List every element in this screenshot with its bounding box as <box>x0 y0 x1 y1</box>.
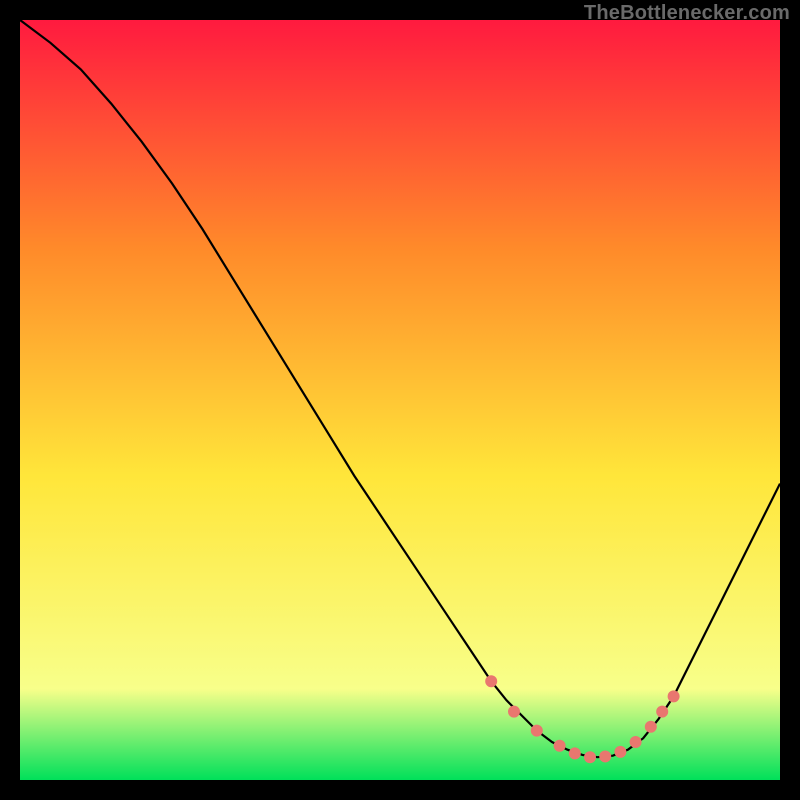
marker-point <box>614 746 626 758</box>
marker-point <box>485 675 497 687</box>
marker-point <box>645 721 657 733</box>
marker-point <box>599 750 611 762</box>
marker-point <box>584 751 596 763</box>
chart-svg <box>20 20 780 780</box>
gradient-background <box>20 20 780 780</box>
marker-point <box>554 740 566 752</box>
marker-point <box>630 736 642 748</box>
marker-point <box>569 747 581 759</box>
chart-frame: TheBottlenecker.com <box>0 0 800 800</box>
watermark-text: TheBottlenecker.com <box>584 2 790 25</box>
plot-area <box>20 20 780 780</box>
marker-point <box>531 725 543 737</box>
marker-point <box>656 706 668 718</box>
marker-point <box>668 690 680 702</box>
marker-point <box>508 706 520 718</box>
